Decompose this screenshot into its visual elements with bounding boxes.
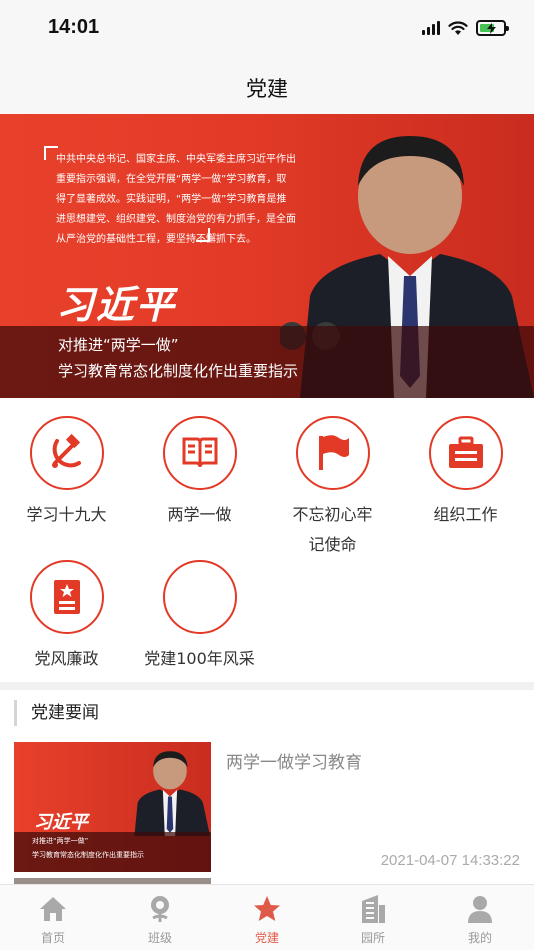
banner-caption: 对推进“两学一做” 学习教育常态化制度化作出重要指示 [0,326,534,398]
home-icon [37,893,69,925]
tab-label: 党建 [254,931,279,945]
tab-label: 首页 [40,931,65,945]
tab-label: 我的 [467,931,492,945]
grid-item-original-mission[interactable]: 不忘初心牢记使命 [266,416,399,560]
cellular-signal-icon [422,21,440,35]
flag-icon [318,435,349,470]
grid-icon-circle [29,560,104,634]
banner-name: 习近平 [56,283,177,327]
star-document-icon [53,580,80,614]
status-time: 14:01 [48,16,100,38]
tab-bar: 首页 班级 党建 园所 我的 [0,884,534,950]
news-list-item[interactable]: 习近平 对推进“两学一做” 学习教育常态化制度化作出重要指示 两学一做学习教育 … [14,742,520,874]
tab-profile[interactable]: 我的 [427,893,533,946]
tab-campus[interactable]: 园所 [320,893,426,946]
thumbnail-caption: 对推进“两学一做” 学习教育常态化制度化作出重要指示 [14,832,211,872]
grid-icon-circle [428,416,503,490]
tab-label: 班级 [147,931,172,945]
star-icon [251,893,283,925]
news-thumbnail: 习近平 对推进“两学一做” 学习教育常态化制度化作出重要指示 [14,742,211,872]
thumbnail-portrait [134,751,211,836]
person-icon [464,893,496,925]
banner[interactable]: 中共中央总书记、国家主席、中央军委主席习近平作出重要指示强调，在全党开展“两学一… [0,114,534,398]
battery-icon [476,20,509,36]
grid-item-integrity[interactable]: 党风廉政 [0,560,133,674]
page-title: 党建 [246,77,288,101]
tab-label: 园所 [360,931,385,945]
news-title: 两学一做学习教育 [226,753,362,773]
tab-class[interactable]: 班级 [107,893,213,946]
grid-item-study-19th[interactable]: 学习十九大 [0,416,133,530]
feature-grid: 学习十九大 两学一做 不忘初心牢记使命 组织工作 党风廉政 党建100年风采 [0,398,534,682]
banner-caption-line2: 学习教育常态化制度化作出重要指示 [58,362,299,380]
grid-item-label: 两学一做 [167,505,232,524]
grid-icon-circle [295,416,370,490]
hammer-sickle-icon [51,433,81,468]
grid-item-label: 党风廉政 [34,649,99,668]
thumbnail-caption-line1: 对推进“两学一做” [32,837,89,845]
grid-item-label: 党建100年风采 [144,649,255,668]
quote-bracket-close [196,228,210,242]
navigation-bar: 党建 [0,58,534,114]
news-timestamp: 2021-04-07 14:33:22 [380,852,520,869]
tab-party-building[interactable]: 党建 [214,893,320,946]
open-book-icon [182,437,217,468]
banner-caption-line1: 对推进“两学一做” [58,336,179,354]
section-divider [0,682,534,690]
building-icon [357,893,389,925]
grid-item-label: 不忘初心牢记使命 [292,505,373,554]
thumbnail-caption-line2: 学习教育常态化制度化作出重要指示 [32,851,144,859]
thumbnail-name: 习近平 [34,812,88,833]
grid-icon-circle [162,560,237,634]
grid-item-label: 组织工作 [433,505,498,524]
banner-quote: 中共中央总书记、国家主席、中央军委主席习近平作出重要指示强调，在全党开展“两学一… [56,154,296,245]
tab-home[interactable]: 首页 [0,893,106,946]
grid-item-organization[interactable]: 组织工作 [399,416,532,530]
section-header: 党建要闻 [14,700,99,726]
wifi-icon [448,20,468,35]
flower-icon [144,893,176,925]
grid-item-centennial[interactable]: 党建100年风采 [133,560,266,674]
status-icons [422,20,509,36]
grid-icon-circle [29,416,104,490]
grid-item-two-studies[interactable]: 两学一做 [133,416,266,530]
grid-icon-circle [162,416,237,490]
grid-item-label: 学习十九大 [26,505,107,524]
status-bar: 14:01 [0,0,534,58]
briefcase-icon [448,436,483,468]
